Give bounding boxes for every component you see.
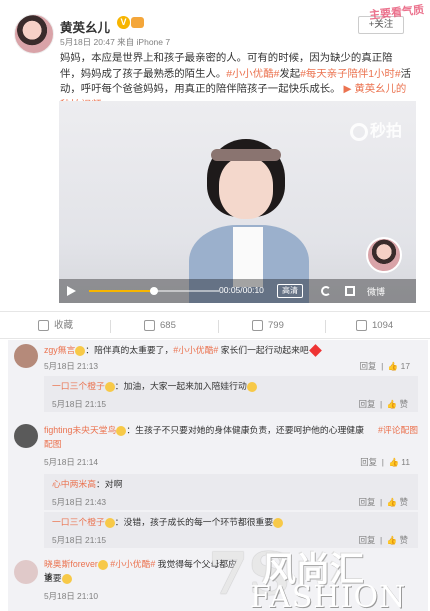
video-subject [189,135,309,303]
fullscreen-icon[interactable] [345,286,355,296]
miaopai-logo: 秒拍 [349,117,402,141]
progress-fill [89,290,154,292]
comment-text: zgy無言 ：陪伴真的太重要了，#小小优酷# 家长们一起行动起来吧 [44,344,424,358]
volume-icon[interactable] [321,286,331,296]
topic-tag[interactable]: #小小优酷# [110,559,155,569]
commenter-avatar[interactable] [14,560,38,584]
repost-button[interactable]: 685 [144,312,176,340]
commenter-name[interactable]: fighting未央天堂鸟 [44,425,116,435]
smile-icon [246,381,257,392]
topic-tag[interactable]: #小小优酷# [173,345,218,355]
comment-button[interactable]: 799 [252,312,284,340]
weibo-post: 黄英幺儿 V 5月18日 20:47 来自 iPhone 7 +关注 主要看气质… [0,0,430,305]
reply-box: 一口三个橙子 ：加油，大家一起来加入陪娃行动 5月18日 21:15 回复 | 👍… [44,376,418,412]
reply-text: 一口三个橙子 ：加油，大家一起来加入陪娃行动 [52,380,412,393]
user-name[interactable]: 黄英幺儿 [60,17,110,36]
reply-time: 5月18日 21:43 [52,497,107,507]
reply-button[interactable]: 回复 [360,457,377,467]
like-button[interactable]: 1094 [356,312,393,340]
commenter-name[interactable]: zgy無言 [44,345,75,355]
reply-button[interactable]: 回复 [359,399,376,409]
user-avatar[interactable] [14,14,54,54]
reply-button[interactable]: 回复 [360,361,377,371]
badge-icon [104,517,115,528]
heart-icon [308,344,322,358]
comment-icon [252,319,263,331]
thumb-up-icon[interactable]: 👍 [387,497,397,507]
video-controls: 00:05/00:10 高清 微博 [59,279,416,303]
hd-button[interactable]: 高清 [277,284,303,298]
repost-icon [144,319,155,331]
topic-tag-2[interactable]: #每天亲子陪伴1小时# [300,69,400,80]
weibo-icon: 微博 [367,287,386,297]
badge-icon [75,345,86,356]
comment-image-link[interactable]: #评论配图 [378,424,418,437]
comment-time: 5月18日 21:13 [44,361,99,371]
thumb-up-icon[interactable]: 👍 [389,457,399,467]
action-bar: 收藏 685 799 1094 [0,311,430,339]
badge-icon [104,381,115,392]
post-meta: 5月18日 20:47 来自 iPhone 7 [60,37,171,47]
video-overlay-avatar [366,237,402,273]
badge-icon [116,425,127,436]
brand-en: FASHION [250,580,407,611]
reply-time: 5月18日 21:15 [52,399,107,409]
progress-knob[interactable] [150,287,158,295]
like-button[interactable]: 赞 [400,399,408,409]
comment-actions: 回复 | 👍 11 [360,457,410,467]
thumb-up-icon [356,319,367,331]
reply-box: 心中两米高：对啊 5月18日 21:43 回复 | 👍 赞 [44,474,418,510]
play-icon[interactable] [67,286,76,296]
reply-text: 心中两米高：对啊 [52,479,123,489]
post-text-2: 发起 [279,68,301,80]
commenter-avatar[interactable] [14,344,38,368]
reply-actions: 回复 | 👍 赞 [358,399,408,409]
favorite-button[interactable]: 收藏 [38,312,73,340]
reply-text: 一口三个橙子 ：没错，孩子成长的每一个环节都很重要 [52,516,284,529]
like-count[interactable]: 11 [401,457,410,467]
topic-tag-1[interactable]: #小小优酷# [226,69,279,80]
replier-name[interactable]: 一口三个橙子 [52,381,105,391]
level-icon [131,17,144,28]
comment-time: 5月18日 21:10 [44,591,99,601]
replier-name[interactable]: 心中两米高 [52,479,96,489]
like-count[interactable]: 17 [401,361,410,371]
like-button[interactable]: 赞 [400,497,408,507]
watermark-top: 主要看气质 [368,4,425,22]
reply-actions: 回复 | 👍 赞 [358,497,408,507]
emoji-icon [61,573,72,584]
brand-watermark: 7S 风尚汇 FASHION [208,540,430,611]
reply-button[interactable]: 回复 [359,497,376,507]
link-icon: ▶ [343,84,355,95]
comment-text-extra[interactable]: 配图 [44,438,62,451]
comment-text: fighting未央天堂鸟 ：生孩子不只要对她的身体健康负责，还要呵护他的心理健康 [44,425,364,436]
thumb-up-icon[interactable]: 👍 [388,361,398,371]
commenter-avatar[interactable] [14,424,38,448]
thumb-up-icon[interactable]: 👍 [387,399,397,409]
verified-icon: V [117,16,130,29]
emoji-icon [273,517,284,528]
star-icon [38,319,49,331]
reply-time: 5月18日 21:15 [52,535,107,545]
comment-text-cont: 重要 [44,572,72,585]
video-player[interactable]: 秒拍 00:05/00:10 高清 微博 [59,101,416,303]
comment-time: 5月18日 21:14 [44,457,99,467]
badge-icon [97,559,108,570]
progress-bar[interactable] [89,287,219,295]
comment-actions: 回复 | 👍 17 [359,361,410,371]
commenter-name[interactable]: 晓奥斯forever [44,559,98,569]
replier-name[interactable]: 一口三个橙子 [52,517,105,527]
time-display: 00:05/00:10 [219,285,264,295]
